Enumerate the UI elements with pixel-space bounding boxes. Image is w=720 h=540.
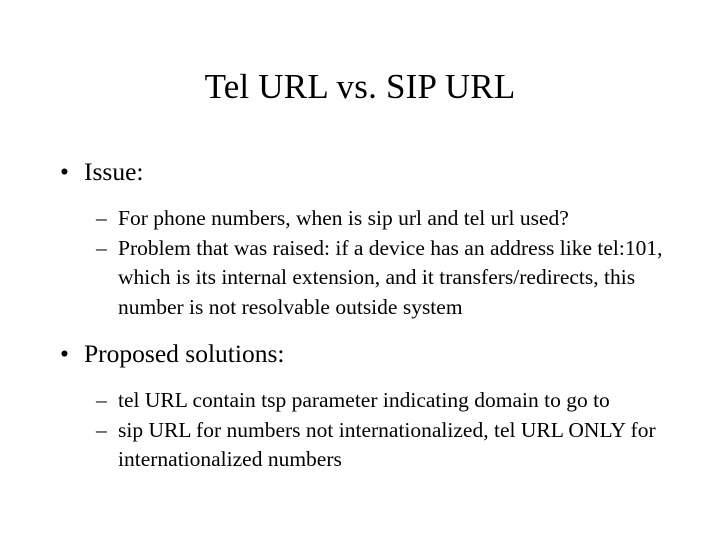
bullet-item-level2: – sip URL for numbers not internationali… (54, 416, 666, 475)
bullet-text: Problem that was raised: if a device has… (118, 235, 663, 319)
bullet-marker-icon: • (60, 157, 69, 186)
bullet-item-level2: – tel URL contain tsp parameter indicati… (54, 386, 666, 416)
dash-marker-icon: – (96, 388, 107, 412)
dash-marker-icon: – (96, 206, 107, 230)
slide-body: • Issue: – For phone numbers, when is si… (54, 155, 666, 475)
bullet-item-level2: – For phone numbers, when is sip url and… (54, 204, 666, 234)
dash-marker-icon: – (96, 235, 107, 260)
bullet-marker-icon: • (60, 339, 69, 368)
bullet-text: For phone numbers, when is sip url and t… (118, 206, 569, 230)
bullet-text: sip URL for numbers not internationalize… (118, 417, 656, 472)
bullet-text: tel URL contain tsp parameter indicating… (118, 388, 610, 412)
dash-marker-icon: – (96, 417, 107, 442)
bullet-item-level1: • Issue: (54, 155, 666, 188)
bullet-item-level1: • Proposed solutions: (54, 337, 666, 370)
bullet-item-level2: – Problem that was raised: if a device h… (54, 234, 666, 323)
page-title: Tel URL vs. SIP URL (204, 67, 516, 106)
bullet-text: Proposed solutions: (84, 339, 285, 368)
bullet-text: Issue: (84, 157, 144, 186)
slide-canvas: Tel URL vs. SIP URL • Issue: – For phone… (0, 0, 720, 540)
